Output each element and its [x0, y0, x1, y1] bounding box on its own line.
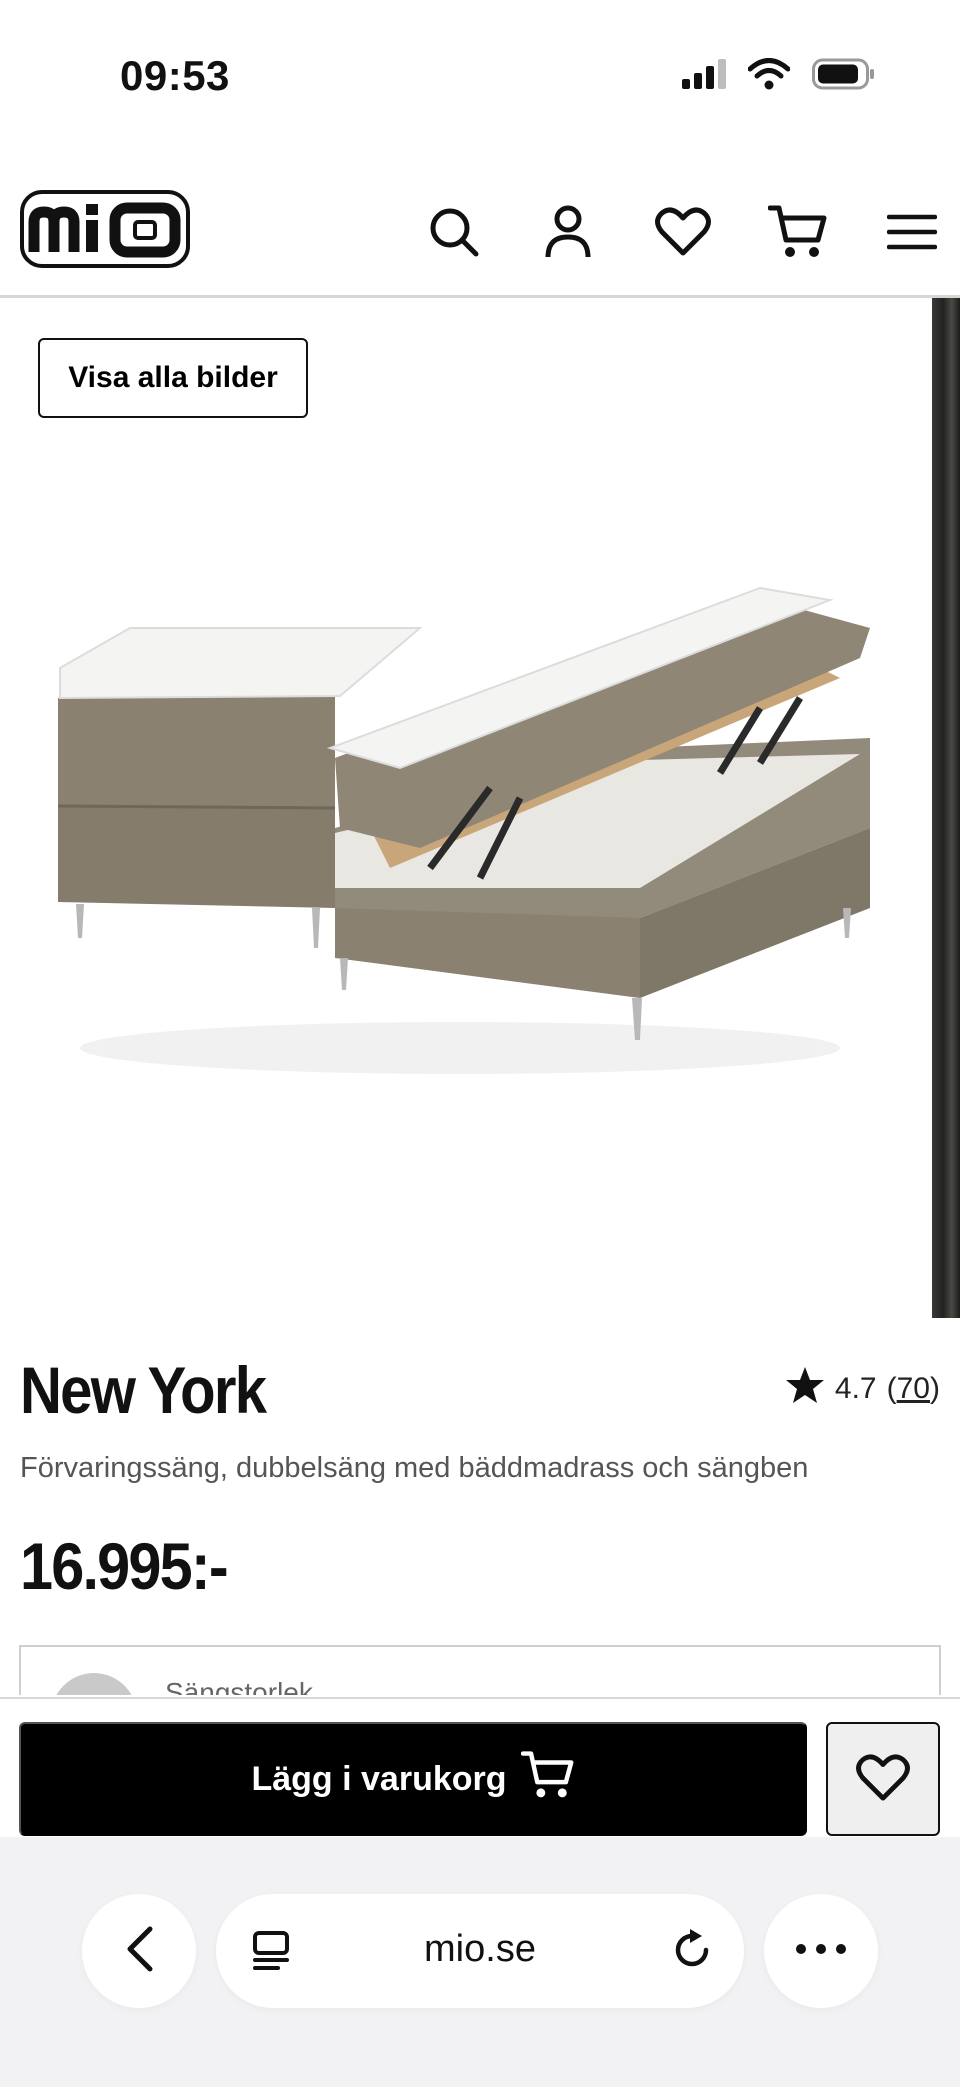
product-subtitle: Förvaringssäng, dubbelsäng med bäddmadra…	[20, 1452, 809, 1484]
wifi-icon	[747, 58, 791, 95]
cart-icon[interactable]	[766, 200, 830, 264]
heart-icon	[856, 1753, 910, 1805]
product-price: 16.995:-	[20, 1529, 229, 1603]
menu-icon[interactable]	[880, 200, 944, 264]
site-header	[0, 170, 960, 298]
mio-logo[interactable]	[20, 190, 190, 273]
browser-more-button[interactable]	[764, 1894, 878, 2008]
browser-toolbar: mio.se	[0, 1837, 960, 2087]
next-image-peek[interactable]	[932, 298, 960, 1318]
signal-icon	[682, 59, 726, 94]
battery-icon	[812, 58, 876, 95]
status-time: 09:53	[120, 52, 230, 99]
reload-icon[interactable]	[670, 1928, 714, 1977]
chevron-left-icon	[124, 1925, 154, 1978]
search-icon[interactable]	[422, 200, 486, 264]
product-gallery[interactable]: Visa alla bilder	[0, 298, 960, 1318]
url-text[interactable]: mio.se	[216, 1928, 744, 1971]
rating-count[interactable]: 70	[897, 1372, 930, 1405]
rating-value: 4.7	[834, 1372, 877, 1405]
add-to-cart-button[interactable]: Lägg i varukorg	[19, 1722, 807, 1836]
heart-icon[interactable]	[651, 200, 715, 264]
product-rating[interactable]: 4.7 (70)	[785, 1366, 940, 1412]
more-icon	[795, 1942, 847, 1960]
account-icon[interactable]	[536, 200, 600, 264]
size-thumbnail	[51, 1673, 137, 1695]
status-icons	[682, 58, 876, 95]
status-bar: 09:53	[0, 0, 960, 150]
browser-back-button[interactable]	[82, 1894, 196, 2008]
product-image[interactable]	[40, 528, 880, 1093]
wishlist-button[interactable]	[826, 1722, 940, 1836]
star-icon	[785, 1366, 825, 1412]
sticky-action-bar: Lägg i varukorg	[0, 1697, 960, 1837]
size-selector[interactable]: Sängstorlek	[19, 1645, 941, 1695]
size-selector-label: Sängstorlek	[165, 1677, 313, 1695]
add-to-cart-label: Lägg i varukorg	[251, 1759, 507, 1798]
product-title: New York	[20, 1353, 267, 1427]
rating-count-wrapper[interactable]: (70)	[887, 1372, 940, 1406]
show-all-images-button[interactable]: Visa alla bilder	[38, 338, 308, 418]
address-bar[interactable]: mio.se	[216, 1894, 744, 2008]
cart-icon	[520, 1750, 575, 1809]
